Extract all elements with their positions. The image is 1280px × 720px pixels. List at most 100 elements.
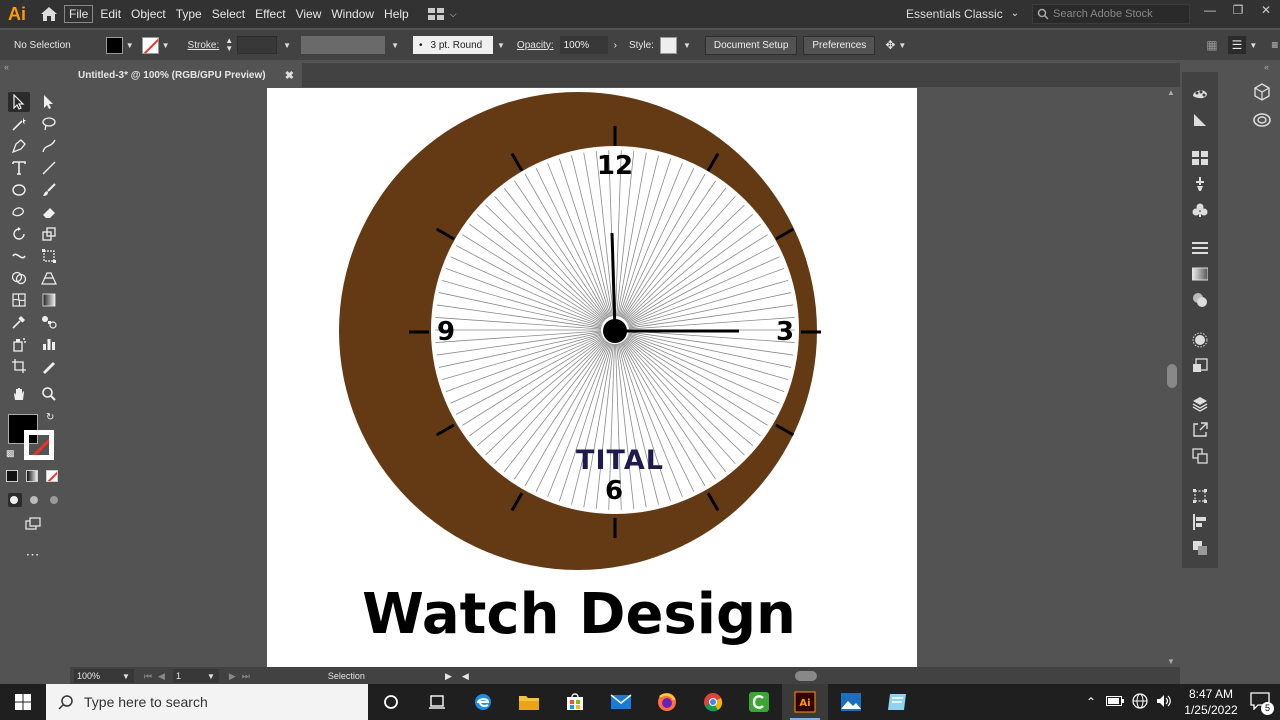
- preferences-button[interactable]: Preferences: [803, 35, 876, 55]
- perspective-grid-tool-icon[interactable]: [38, 268, 60, 288]
- menu-select[interactable]: Select: [207, 0, 250, 28]
- appearance-icon[interactable]: [1190, 330, 1210, 350]
- menu-object[interactable]: Object: [126, 0, 171, 28]
- microsoft-store-icon[interactable]: [552, 684, 598, 720]
- scrollbar-thumb[interactable]: [1167, 364, 1177, 388]
- close-icon[interactable]: ✖: [285, 69, 294, 82]
- chevron-down-icon[interactable]: ▼: [391, 41, 399, 50]
- stroke-swatch[interactable]: [24, 430, 54, 460]
- illustrator-taskbar-icon[interactable]: Ai: [782, 684, 828, 720]
- chrome-icon[interactable]: [690, 684, 736, 720]
- menu-edit[interactable]: Edit: [95, 0, 126, 28]
- color-mode-icon[interactable]: [4, 468, 20, 484]
- volume-icon[interactable]: [1156, 694, 1172, 711]
- chevron-down-icon[interactable]: ▼: [898, 41, 906, 50]
- chevron-down-icon[interactable]: ▼: [207, 672, 215, 681]
- draw-inside-icon[interactable]: [44, 490, 66, 510]
- brushes-icon[interactable]: [1190, 174, 1210, 194]
- close-icon[interactable]: ✕: [1252, 0, 1280, 22]
- more-tools-icon[interactable]: ⋯: [22, 544, 44, 564]
- column-graph-tool-icon[interactable]: [38, 334, 60, 354]
- chevron-down-icon[interactable]: ▼: [126, 41, 134, 50]
- chevron-down-icon[interactable]: ▼: [283, 41, 291, 50]
- swap-fill-stroke-icon[interactable]: ↻: [46, 412, 54, 423]
- chevron-down-icon[interactable]: ▼: [683, 41, 691, 50]
- firefox-icon[interactable]: [644, 684, 690, 720]
- blend-tool-icon[interactable]: [38, 312, 60, 332]
- selection-tool-icon[interactable]: [8, 92, 30, 112]
- fill-color-swatch[interactable]: [105, 36, 123, 54]
- watch-illustration[interactable]: 12 3 6 9 TITAL: [339, 92, 821, 570]
- gradient-panel-icon[interactable]: [1190, 264, 1210, 284]
- stroke-weight-input[interactable]: [237, 36, 278, 54]
- notes-app-icon[interactable]: [874, 684, 920, 720]
- eyedropper-tool-icon[interactable]: [8, 312, 30, 332]
- slice-tool-icon[interactable]: [38, 356, 60, 376]
- menu-window[interactable]: Window: [326, 0, 379, 28]
- next-artboard-icon[interactable]: ▶: [229, 671, 236, 682]
- transparency-icon[interactable]: [1190, 290, 1210, 310]
- panel-options-icon[interactable]: ☰: [1227, 36, 1247, 54]
- show-hidden-icons-icon[interactable]: ⌃: [1086, 695, 1096, 709]
- current-tool-status[interactable]: Selection: [328, 671, 365, 681]
- collapse-right-icon[interactable]: «: [1264, 62, 1269, 72]
- taskbar-search-input[interactable]: Type here to search: [46, 684, 368, 720]
- menu-effect[interactable]: Effect: [250, 0, 290, 28]
- gradient-mode-icon[interactable]: [24, 468, 40, 484]
- document-setup-button[interactable]: Document Setup: [704, 35, 798, 55]
- scroll-up-icon[interactable]: ▲: [1167, 88, 1175, 97]
- variable-width-profile[interactable]: [301, 36, 386, 54]
- windows-start-icon[interactable]: [0, 684, 46, 720]
- line-tool-icon[interactable]: [38, 158, 60, 178]
- prev-artboard-icon[interactable]: ◀: [158, 671, 165, 682]
- align-panel-icon[interactable]: ▦: [1206, 38, 1217, 52]
- brush-definition[interactable]: • 3 pt. Round: [413, 36, 493, 54]
- first-artboard-icon[interactable]: ⏮: [144, 671, 152, 682]
- screen-mode-icon[interactable]: [22, 514, 44, 534]
- network-globe-icon[interactable]: [1132, 692, 1148, 712]
- file-explorer-icon[interactable]: [506, 684, 552, 720]
- collapse-left-icon[interactable]: «: [4, 62, 9, 72]
- arrange-documents-button[interactable]: ⌵: [427, 8, 457, 20]
- curvature-tool-icon[interactable]: [38, 136, 60, 156]
- ellipse-tool-icon[interactable]: [8, 180, 30, 200]
- vertical-scrollbar[interactable]: ▲ ▼: [1164, 88, 1180, 666]
- shape-builder-tool-icon[interactable]: [8, 268, 30, 288]
- color-panel-icon[interactable]: [1190, 84, 1210, 104]
- camtasia-icon[interactable]: [736, 684, 782, 720]
- paintbrush-tool-icon[interactable]: [38, 180, 60, 200]
- default-fill-stroke-icon[interactable]: ▩: [6, 448, 15, 459]
- notifications-icon[interactable]: 5: [1250, 691, 1274, 715]
- draw-normal-icon[interactable]: [4, 490, 26, 510]
- type-tool-icon[interactable]: [8, 158, 30, 178]
- creative-cloud-icon[interactable]: [1252, 110, 1272, 130]
- chevron-right-icon[interactable]: ▶: [445, 671, 452, 682]
- symbols-icon[interactable]: [1190, 200, 1210, 220]
- menu-icon[interactable]: ≡: [1271, 38, 1278, 52]
- mesh-tool-icon[interactable]: [8, 290, 30, 310]
- scroll-down-icon[interactable]: ▼: [1167, 657, 1175, 666]
- pathfinder-icon[interactable]: [1190, 538, 1210, 558]
- width-tool-icon[interactable]: [8, 246, 30, 266]
- graphic-styles-icon[interactable]: [1190, 356, 1210, 376]
- stroke-panel-icon[interactable]: [1190, 238, 1210, 258]
- workspace-switcher[interactable]: Essentials Classic ⌄: [906, 0, 1019, 28]
- menu-help[interactable]: Help: [379, 0, 414, 28]
- menu-type[interactable]: Type: [171, 0, 207, 28]
- asset-export-icon[interactable]: [1190, 420, 1210, 440]
- graphic-style-swatch[interactable]: [659, 36, 677, 54]
- cortana-icon[interactable]: [368, 684, 414, 720]
- artboards-icon[interactable]: [1190, 446, 1210, 466]
- chevron-down-icon[interactable]: ▼: [122, 672, 130, 681]
- scale-tool-icon[interactable]: [38, 224, 60, 244]
- shaper-tool-icon[interactable]: [8, 202, 30, 222]
- swatches-icon[interactable]: [1190, 148, 1210, 168]
- restore-icon[interactable]: ❐: [1224, 0, 1252, 22]
- stroke-label[interactable]: Stroke:: [188, 40, 220, 51]
- free-transform-tool-icon[interactable]: [38, 246, 60, 266]
- libraries-icon[interactable]: [1252, 82, 1272, 102]
- direct-selection-tool-icon[interactable]: [38, 92, 60, 112]
- menu-file[interactable]: File: [64, 5, 94, 23]
- color-guide-icon[interactable]: [1190, 110, 1210, 130]
- magic-wand-tool-icon[interactable]: [8, 114, 30, 134]
